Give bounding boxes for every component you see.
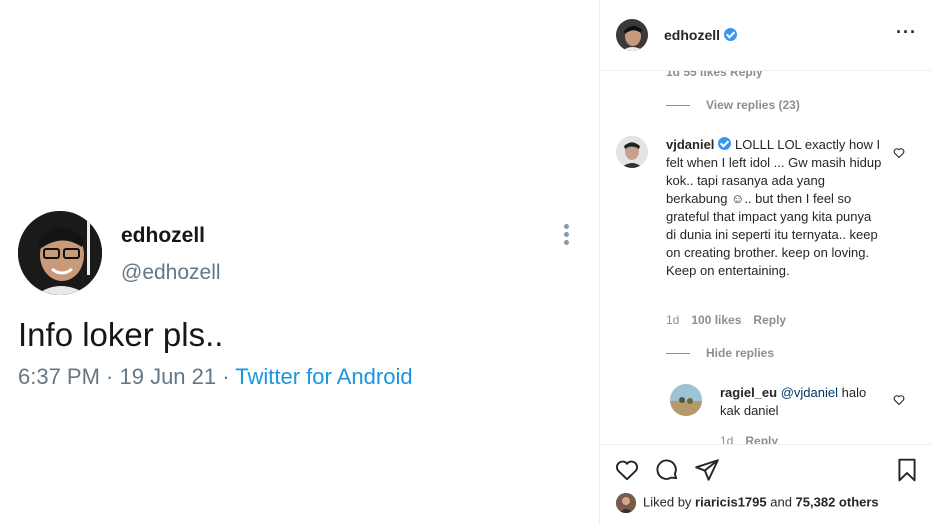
more-options-icon[interactable]: ··· [896,23,917,41]
comments-list[interactable]: 1d 55 likes Reply View replies (23) vjda… [600,71,931,444]
view-replies-label[interactable]: View replies (23) [706,98,800,112]
comment-avatar-vjdaniel[interactable] [616,136,648,168]
comment-meta-vjdaniel: 1d 100 likes Reply [666,313,798,327]
comment-username-ragiel_eu[interactable]: ragiel_eu [720,385,777,400]
replies-divider [666,105,690,107]
liked-by-prefix: Liked by [643,494,696,510]
liked-by-mid: and [766,494,796,510]
like-comment-heart-icon[interactable] [893,393,905,406]
comment-meta-ragiel_eu: 1d Reply [720,434,790,444]
cut-off-comment-meta: 1d 55 likes Reply [666,71,763,79]
header-avatar[interactable] [616,19,648,51]
liked-by: Liked by riaricis1795 and 75,382 others [616,493,879,513]
like-heart-icon[interactable] [614,457,640,483]
header-username-text[interactable]: edhozell [664,27,720,43]
tweet-handle: @edhozell [121,261,221,284]
tweet-text: Info loker pls.. [18,316,224,353]
tweet-source: Twitter for Android [235,364,413,389]
tweet-meta: 6:37 PM · 19 Jun 21 · Twitter for Androi… [18,364,413,390]
replies-divider [666,353,690,355]
comment-likes[interactable]: 100 likes [691,313,741,327]
liked-by-user[interactable]: riaricis1795 [695,494,767,509]
tweet-display-name: edhozell [121,224,206,247]
comment-avatar-ragiel_eu[interactable] [670,384,702,416]
reply-button[interactable]: Reply [753,313,786,327]
verified-icon [724,28,738,41]
comment-body-vjdaniel: vjdaniel LOLLL LOL exactly how I felt wh… [666,136,882,280]
post-header: edhozell ··· [600,0,931,71]
comment-text-vjdaniel: LOLLL LOL exactly how I felt when I left… [666,137,882,278]
tweet-more-icon [562,224,572,250]
tweet-avatar [18,211,102,295]
post-image[interactable]: edhozell @edhozell Info loker pls.. 6:37… [0,0,600,524]
comment-time: 1d [720,434,734,444]
like-comment-heart-icon[interactable] [893,146,905,159]
comment-time: 1d [666,313,680,327]
comment-body-ragiel_eu: ragiel_eu @vjdaniel halo kak daniel [720,384,882,420]
tweet-time: 6:37 PM · 19 Jun 21 · [18,364,236,389]
hide-replies-label[interactable]: Hide replies [706,346,774,360]
liked-by-count[interactable]: 75,382 others [796,494,879,509]
hide-replies-button[interactable]: Hide replies [666,346,774,360]
post-actions: Liked by riaricis1795 and 75,382 others [600,444,931,525]
view-replies-button[interactable]: View replies (23) [666,98,800,112]
save-bookmark-icon[interactable] [894,457,920,483]
instagram-post: edhozell @edhozell Info loker pls.. 6:37… [0,0,931,525]
share-paper-plane-icon[interactable] [694,457,720,483]
reply-button[interactable]: Reply [745,434,778,444]
comment-bubble-icon[interactable] [654,457,680,483]
verified-icon [718,137,732,150]
liked-by-avatar[interactable] [616,493,636,513]
header-username[interactable]: edhozell [664,27,738,43]
post-panel: edhozell ··· 1d 55 likes Reply View repl… [600,0,931,525]
comment-username-vjdaniel[interactable]: vjdaniel [666,137,714,152]
comment-mention[interactable]: @vjdaniel [781,385,838,400]
